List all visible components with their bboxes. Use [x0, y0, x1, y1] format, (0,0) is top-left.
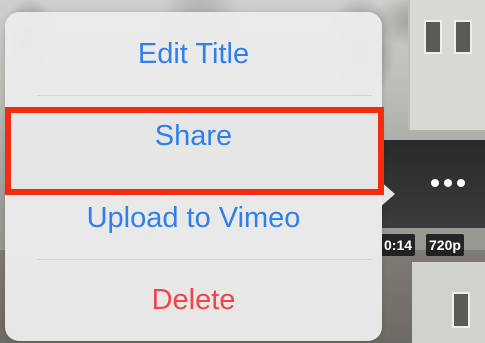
delete-menu-item[interactable]: Delete: [5, 260, 382, 340]
action-popover-menu: Edit Title Share Upload to Vimeo Delete: [5, 12, 395, 341]
more-horizontal-icon-dot: [444, 179, 452, 187]
more-horizontal-icon-dot: [457, 179, 465, 187]
more-options-button[interactable]: [418, 166, 478, 200]
thumbnail-house-lower: [412, 262, 485, 343]
quality-badge: 720p: [426, 234, 464, 256]
edit-title-menu-item[interactable]: Edit Title: [5, 14, 382, 94]
share-menu-item[interactable]: Share: [5, 96, 382, 176]
house-window: [454, 20, 472, 54]
house-window: [452, 292, 470, 328]
house-window: [424, 20, 442, 54]
duration-badge: 0:14: [381, 234, 416, 256]
more-horizontal-icon-dot: [431, 179, 439, 187]
upload-to-vimeo-menu-item[interactable]: Upload to Vimeo: [5, 178, 382, 258]
thumbnail-house: [408, 0, 485, 130]
